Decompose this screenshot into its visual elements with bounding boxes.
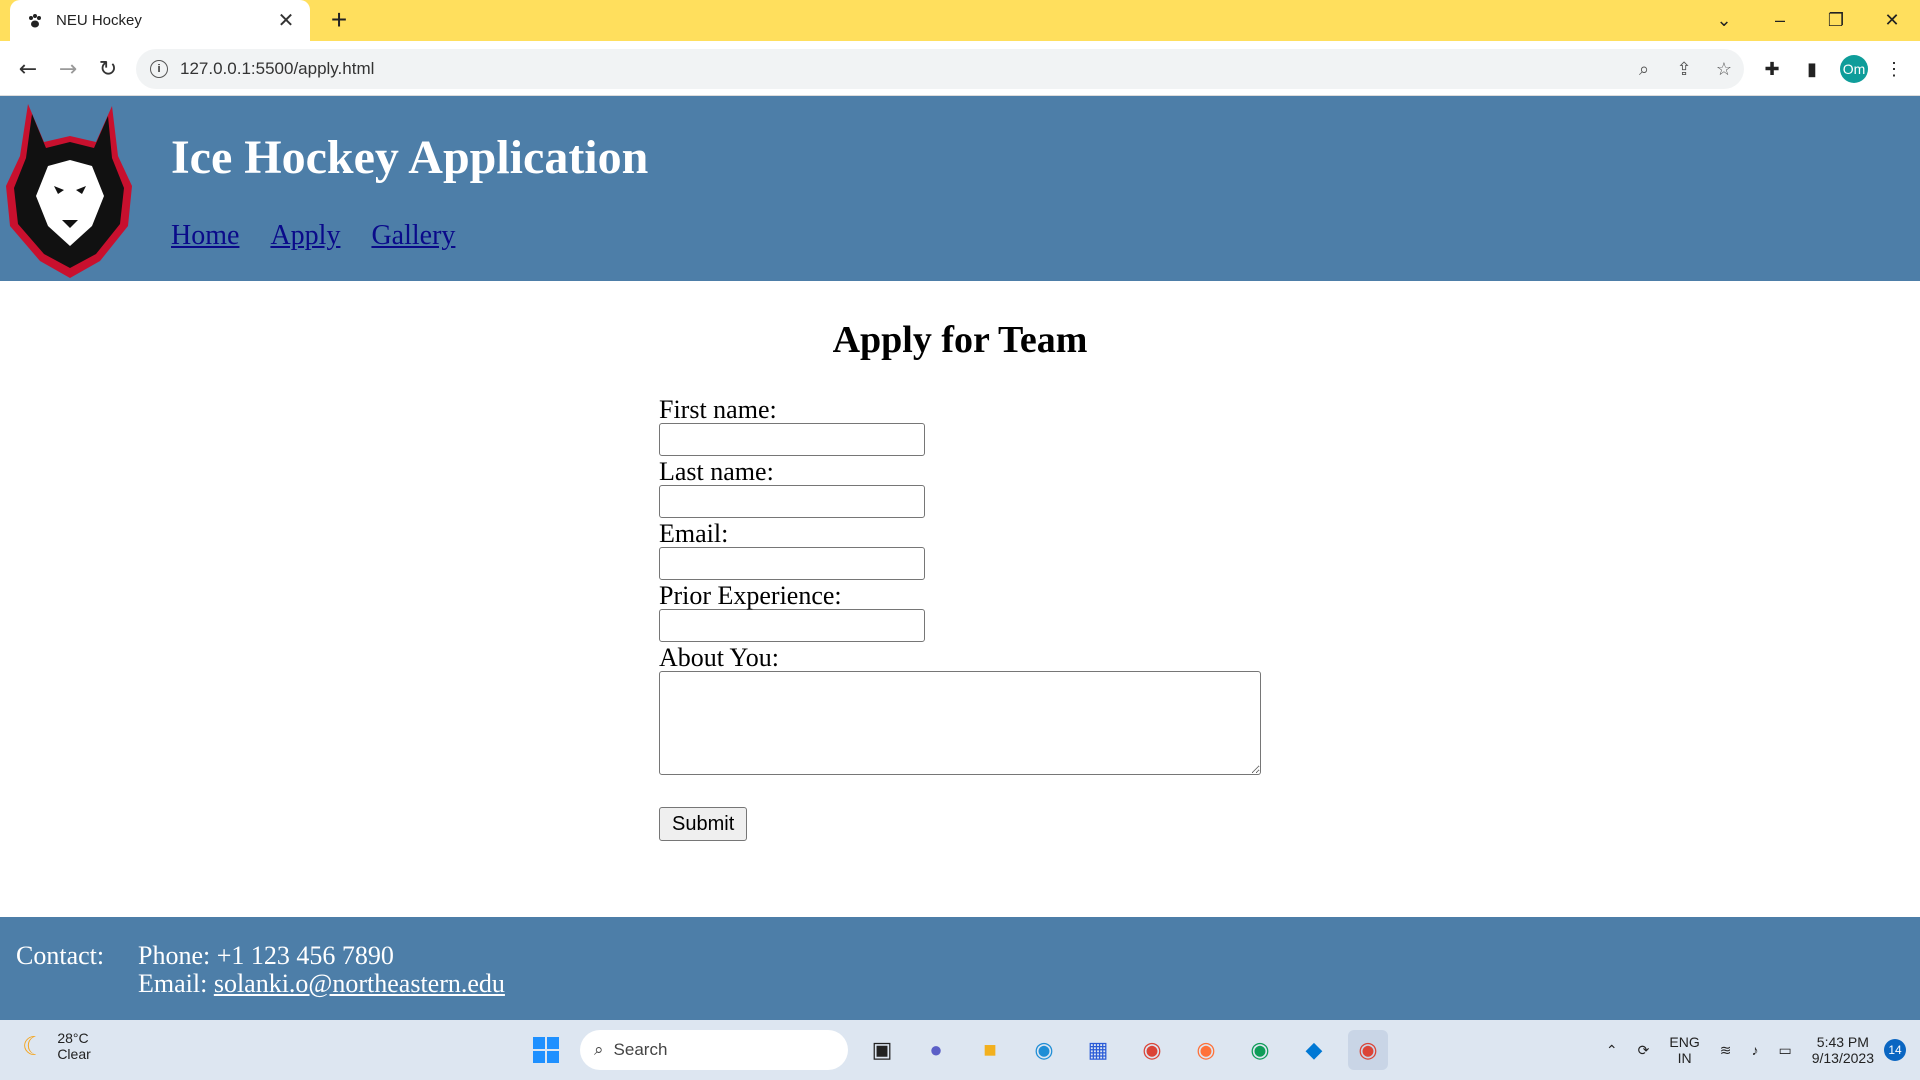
edge-icon[interactable]: ◉ <box>1024 1030 1064 1070</box>
weather-widget[interactable]: ☾ 28°C Clear <box>22 1030 91 1062</box>
contact-email: Email: solanki.o@northeastern.edu <box>138 969 505 999</box>
chrome-profile-icon[interactable]: ◉ <box>1240 1030 1280 1070</box>
tab-search-icon[interactable]: ⌄ <box>1696 10 1752 31</box>
nav-link-home[interactable]: Home <box>171 220 239 252</box>
first-name-input[interactable] <box>659 423 925 456</box>
last-name-input[interactable] <box>659 485 925 518</box>
start-icon[interactable] <box>526 1030 566 1070</box>
url-text: 127.0.0.1:5500/apply.html <box>180 59 375 78</box>
profile-avatar[interactable]: Om <box>1840 55 1868 83</box>
task-view-icon[interactable]: ▣ <box>862 1030 902 1070</box>
weather-condition: Clear <box>57 1046 91 1062</box>
extensions-icon[interactable]: ✚ <box>1758 55 1786 83</box>
battery-icon[interactable]: ▭ <box>1778 1042 1791 1059</box>
new-tab-button[interactable]: + <box>324 6 354 36</box>
chat-icon[interactable]: ● <box>916 1030 956 1070</box>
contact-phone: Phone: +1 123 456 7890 <box>138 941 394 970</box>
experience-label: Prior Experience: <box>659 581 842 610</box>
page-title: Apply for Team <box>832 319 1088 361</box>
about-label: About You: <box>659 643 779 672</box>
weather-temperature: 28°C <box>57 1030 89 1046</box>
about-textarea[interactable] <box>659 671 1261 775</box>
browser-tab[interactable]: NEU Hockey ✕ <box>10 0 310 41</box>
address-bar[interactable]: i 127.0.0.1:5500/apply.html ⌕ ⇪ ☆ <box>136 49 1744 89</box>
zoom-icon[interactable]: ⌕ <box>1624 59 1664 80</box>
side-panel-icon[interactable]: ▮ <box>1798 55 1826 83</box>
browser-tab-strip: NEU Hockey ✕ + ⌄ – ❐ ✕ <box>0 0 1920 41</box>
taskbar-apps: ⌕ Search ▣ ● ■ ◉ ▦ ◉ ◉ ◉ ◆ ◉ <box>526 1030 1388 1070</box>
first-name-label: First name: <box>659 395 777 424</box>
email-prefix: Email: <box>138 969 208 998</box>
site-nav: Home Apply Gallery <box>171 220 455 252</box>
close-tab-icon[interactable]: ✕ <box>276 10 296 32</box>
forward-icon[interactable]: → <box>52 53 84 85</box>
taskbar-search[interactable]: ⌕ Search <box>580 1030 848 1070</box>
minimize-button[interactable]: – <box>1752 10 1808 31</box>
site-footer: Contact: Phone: +1 123 456 7890 Email: s… <box>0 917 1920 1020</box>
vscode-icon[interactable]: ◆ <box>1294 1030 1334 1070</box>
submit-button[interactable]: Submit <box>659 807 748 841</box>
search-icon: ⌕ <box>594 1040 604 1059</box>
clock[interactable]: 5:43 PM 9/13/2023 <box>1812 1034 1874 1066</box>
windows-taskbar: ☾ 28°C Clear ⌕ Search ▣ ● ■ ◉ ▦ ◉ ◉ ◉ ◆ … <box>0 1020 1920 1080</box>
reload-icon[interactable]: ↻ <box>92 53 124 85</box>
browser-toolbar: ← → ↻ i 127.0.0.1:5500/apply.html ⌕ ⇪ ☆ … <box>0 41 1920 96</box>
paw-icon <box>26 12 44 30</box>
bookmark-star-icon[interactable]: ☆ <box>1704 59 1744 80</box>
email-link[interactable]: solanki.o@northeastern.edu <box>214 969 505 998</box>
site-title: Ice Hockey Application <box>171 131 649 184</box>
contact-label: Contact: <box>16 941 105 970</box>
nav-link-apply[interactable]: Apply <box>270 220 340 252</box>
experience-input[interactable] <box>659 609 925 642</box>
store-icon[interactable]: ▦ <box>1078 1030 1118 1070</box>
wifi-icon[interactable]: ≋ <box>1720 1042 1732 1059</box>
sync-icon[interactable]: ⟳ <box>1638 1042 1650 1059</box>
system-tray: ⌃ ⟳ ENG IN ≋ ♪ ▭ 5:43 PM 9/13/2023 14 <box>1596 1020 1920 1080</box>
file-explorer-icon[interactable]: ■ <box>970 1030 1010 1070</box>
application-form: First name: Last name: Email: Prior Expe… <box>659 396 1261 775</box>
firefox-icon[interactable]: ◉ <box>1186 1030 1226 1070</box>
menu-icon[interactable]: ⋮ <box>1880 55 1908 83</box>
chevron-up-icon[interactable]: ⌃ <box>1606 1042 1618 1059</box>
close-window-button[interactable]: ✕ <box>1864 10 1920 31</box>
volume-icon[interactable]: ♪ <box>1751 1042 1758 1058</box>
window-controls: ⌄ – ❐ ✕ <box>1696 0 1920 41</box>
notification-badge[interactable]: 14 <box>1884 1039 1906 1061</box>
site-header: Ice Hockey Application Home Apply Galler… <box>0 96 1920 281</box>
email-label: Email: <box>659 519 729 548</box>
tab-title: NEU Hockey <box>56 12 142 29</box>
husky-logo <box>6 104 132 278</box>
back-icon[interactable]: ← <box>12 53 44 85</box>
last-name-label: Last name: <box>659 457 774 486</box>
share-icon[interactable]: ⇪ <box>1664 59 1704 80</box>
restore-button[interactable]: ❐ <box>1808 10 1864 31</box>
chrome-icon[interactable]: ◉ <box>1132 1030 1172 1070</box>
email-input[interactable] <box>659 547 925 580</box>
search-placeholder: Search <box>613 1040 668 1059</box>
site-info-icon[interactable]: i <box>150 60 168 78</box>
chrome-active-icon[interactable]: ◉ <box>1348 1030 1388 1070</box>
language-indicator[interactable]: ENG IN <box>1669 1034 1699 1066</box>
moon-icon: ☾ <box>22 1030 46 1061</box>
nav-link-gallery[interactable]: Gallery <box>371 220 455 252</box>
